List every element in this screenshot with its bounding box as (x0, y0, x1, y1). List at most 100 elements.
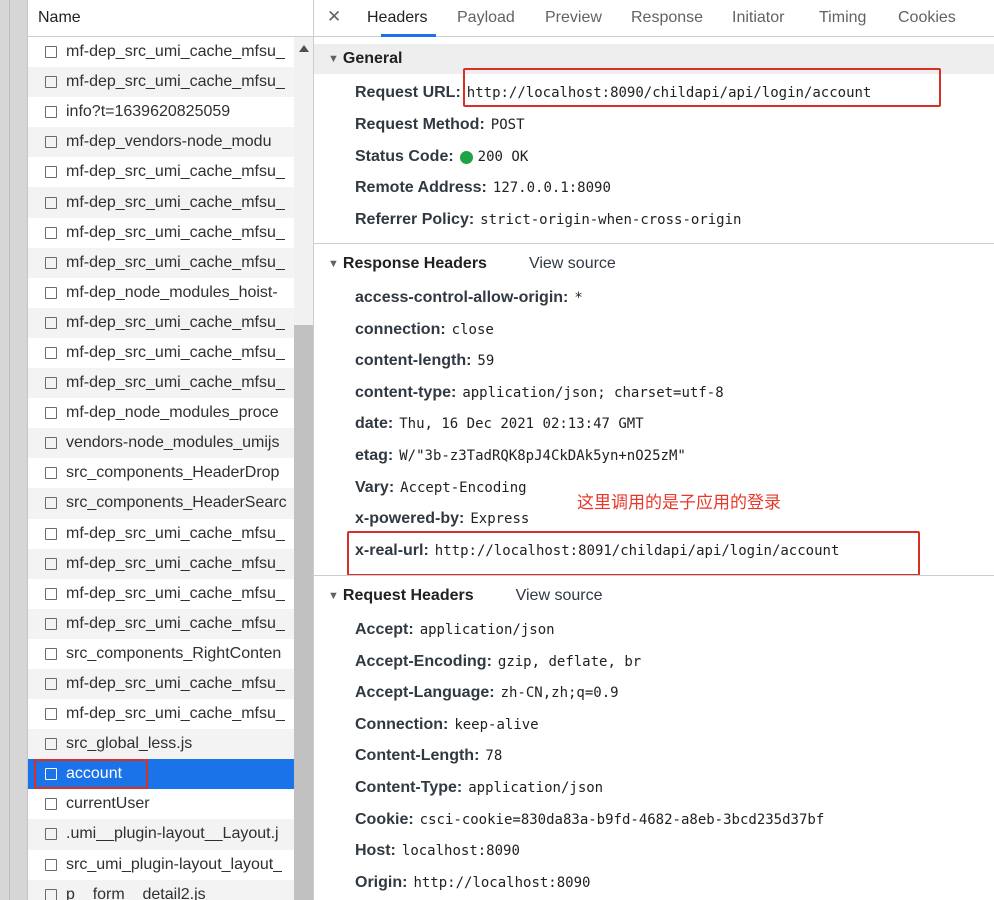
tab-cookies[interactable]: Cookies (898, 9, 956, 27)
row-checkbox[interactable] (45, 106, 57, 119)
response-header-row: date: Thu, 16 Dec 2021 02:13:47 GMT (355, 412, 644, 436)
row-checkbox[interactable] (45, 437, 57, 450)
request-row[interactable]: mf-dep_src_umi_cache_mfsu_ (28, 519, 294, 549)
tab-response[interactable]: Response (631, 9, 703, 27)
request-name: src_umi_plugin-layout_layout_ (66, 855, 283, 873)
gutter-line (9, 0, 10, 900)
row-checkbox[interactable] (45, 858, 57, 871)
request-row[interactable]: src_components_HeaderDrop (28, 458, 294, 488)
row-checkbox[interactable] (45, 166, 57, 179)
request-row[interactable]: mf-dep_src_umi_cache_mfsu_ (28, 307, 294, 338)
request-row[interactable]: mf-dep_src_umi_cache_mfsu_ (28, 187, 294, 218)
response-view-source-link[interactable]: View source (529, 255, 616, 273)
row-checkbox[interactable] (45, 617, 57, 630)
row-checkbox[interactable] (45, 196, 57, 209)
row-checkbox[interactable] (45, 76, 57, 89)
response-header-row: content-length: 59 (355, 349, 494, 373)
row-checkbox[interactable] (45, 678, 57, 691)
request-name: mf-dep_src_umi_cache_mfsu_ (66, 43, 285, 61)
row-checkbox[interactable] (45, 136, 57, 149)
request-row[interactable]: mf-dep_src_umi_cache_mfsu_ (28, 579, 294, 609)
request-row[interactable]: mf-dep_src_umi_cache_mfsu_ (28, 67, 294, 98)
scrollbar-thumb[interactable] (294, 325, 313, 900)
request-name: mf-dep_src_umi_cache_mfsu_ (66, 374, 285, 392)
request-row[interactable]: vendors-node_modules_umijs (28, 428, 294, 459)
request-row[interactable]: mf-dep_src_umi_cache_mfsu_ (28, 37, 294, 67)
request-row[interactable]: mf-dep_src_umi_cache_mfsu_ (28, 338, 294, 368)
response-header-key: content-type: (355, 383, 457, 401)
row-checkbox[interactable] (45, 346, 57, 359)
status-ok-icon (459, 150, 473, 164)
row-checkbox[interactable] (45, 467, 57, 480)
response-headers-section-header[interactable]: ▼ Response Headers View source (314, 249, 994, 279)
active-tab-indicator (381, 34, 436, 37)
row-checkbox[interactable] (45, 497, 57, 510)
request-details-panel: ✕ Headers Payload Preview Response Initi… (314, 0, 994, 900)
tab-preview[interactable]: Preview (545, 9, 602, 27)
request-row[interactable]: mf-dep_src_umi_cache_mfsu_ (28, 218, 294, 248)
request-header-key: Host: (355, 842, 396, 860)
row-checkbox[interactable] (45, 256, 57, 269)
request-url-highlight (463, 68, 941, 107)
response-header-value: application/json; charset=utf-8 (462, 384, 724, 401)
row-checkbox[interactable] (45, 527, 57, 540)
request-row[interactable]: mf-dep_src_umi_cache_mfsu_ (28, 608, 294, 639)
request-list-scrollbar[interactable] (294, 37, 313, 900)
row-checkbox[interactable] (45, 46, 57, 59)
request-row[interactable]: src_components_HeaderSearc (28, 488, 294, 519)
row-checkbox[interactable] (45, 377, 57, 390)
request-row[interactable]: currentUser (28, 789, 294, 819)
request-row[interactable]: src_global_less.js (28, 729, 294, 760)
request-headers-section-header[interactable]: ▼ Request Headers View source (314, 581, 994, 611)
referrer-policy-key: Referrer Policy: (355, 211, 475, 228)
request-row[interactable]: mf-dep_vendors-node_modu (28, 127, 294, 158)
request-name: account (66, 765, 123, 783)
request-row-account[interactable]: account (28, 759, 294, 790)
request-row[interactable]: info?t=1639620825059 (28, 97, 294, 127)
name-column-header[interactable]: Name (28, 0, 313, 37)
request-name: mf-dep_src_umi_cache_mfsu_ (66, 193, 285, 211)
row-checkbox[interactable] (45, 738, 57, 751)
row-checkbox[interactable] (45, 708, 57, 721)
request-row[interactable]: mf-dep_node_modules_hoist- (28, 278, 294, 308)
request-row[interactable]: mf-dep_node_modules_proce (28, 398, 294, 428)
request-row[interactable]: mf-dep_src_umi_cache_mfsu_ (28, 548, 294, 579)
tab-timing[interactable]: Timing (819, 9, 866, 27)
row-checkbox[interactable] (45, 647, 57, 660)
annotation-text: 这里调用的是子应用的登录 (577, 493, 781, 512)
row-checkbox[interactable] (45, 587, 57, 600)
request-row[interactable]: src_umi_plugin-layout_layout_ (28, 850, 294, 880)
row-checkbox[interactable] (45, 226, 57, 239)
general-request-method: Request Method: POST (355, 113, 525, 137)
request-row[interactable]: .umi__plugin-layout__Layout.j (28, 819, 294, 850)
request-row[interactable]: mf-dep_src_umi_cache_mfsu_ (28, 699, 294, 729)
row-checkbox[interactable] (45, 557, 57, 570)
tab-initiator[interactable]: Initiator (732, 9, 784, 27)
request-row[interactable]: mf-dep_src_umi_cache_mfsu_ (28, 247, 294, 278)
scroll-up-arrow-icon[interactable] (299, 45, 309, 52)
tab-payload[interactable]: Payload (457, 9, 515, 27)
response-header-row: access-control-allow-origin: * (355, 286, 583, 310)
request-headers-title: Request Headers (342, 587, 474, 604)
row-checkbox[interactable] (45, 316, 57, 329)
row-checkbox[interactable] (45, 768, 57, 781)
request-row[interactable]: src_components_RightConten (28, 639, 294, 669)
row-checkbox[interactable] (45, 828, 57, 841)
row-checkbox[interactable] (45, 286, 57, 299)
request-row[interactable]: mf-dep_src_umi_cache_mfsu_ (28, 157, 294, 187)
request-row[interactable]: mf-dep_src_umi_cache_mfsu_ (28, 368, 294, 399)
request-header-row: Origin: http://localhost:8090 (355, 871, 590, 895)
request-header-value: keep-alive (454, 716, 539, 733)
left-gutter (0, 0, 28, 900)
row-checkbox[interactable] (45, 407, 57, 420)
request-view-source-link[interactable]: View source (516, 587, 603, 605)
tab-headers[interactable]: Headers (367, 9, 427, 27)
close-icon[interactable]: ✕ (327, 7, 341, 27)
request-header-row: Content-Length: 78 (355, 744, 502, 768)
request-row[interactable]: mf-dep_src_umi_cache_mfsu_ (28, 668, 294, 700)
general-status-code: Status Code: 200 OK (355, 145, 528, 169)
row-checkbox[interactable] (45, 888, 57, 900)
request-row[interactable]: p__form__detail2.js (28, 879, 294, 900)
row-checkbox[interactable] (45, 798, 57, 811)
response-header-key: content-length: (355, 352, 472, 370)
